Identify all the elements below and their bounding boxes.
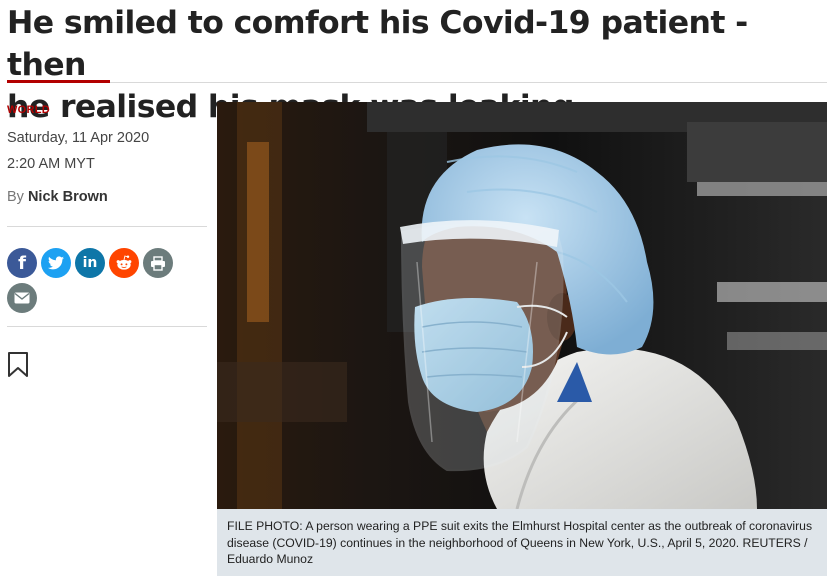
facebook-icon: f bbox=[18, 252, 26, 274]
print-button[interactable] bbox=[143, 248, 173, 278]
twitter-icon bbox=[48, 256, 64, 270]
reddit-share-button[interactable] bbox=[109, 248, 139, 278]
share-bar: f in bbox=[7, 248, 187, 313]
print-icon bbox=[151, 255, 165, 271]
linkedin-share-button[interactable]: in bbox=[75, 248, 105, 278]
facebook-share-button[interactable]: f bbox=[7, 248, 37, 278]
byline-prefix: By bbox=[7, 189, 24, 205]
photo-caption: FILE PHOTO: A person wearing a PPE suit … bbox=[217, 509, 827, 576]
author-link[interactable]: Nick Brown bbox=[28, 189, 108, 205]
byline: By Nick Brown bbox=[7, 189, 207, 205]
article-meta-sidebar: WORLD Saturday, 11 Apr 2020 2:20 AM MYT … bbox=[7, 104, 207, 384]
email-icon bbox=[14, 292, 30, 304]
reddit-icon bbox=[116, 255, 132, 270]
publish-time: 2:20 AM MYT bbox=[7, 156, 95, 172]
linkedin-icon: in bbox=[82, 255, 98, 271]
headline-accent-underline bbox=[7, 80, 110, 83]
email-share-button[interactable] bbox=[7, 283, 37, 313]
publish-date: Saturday, 11 Apr 2020 bbox=[7, 130, 150, 146]
bookmark-icon[interactable] bbox=[7, 351, 29, 379]
divider bbox=[7, 226, 207, 227]
headline-divider bbox=[110, 82, 827, 83]
twitter-share-button[interactable] bbox=[41, 248, 71, 278]
headline-line-1: He smiled to comfort his Covid-19 patien… bbox=[7, 5, 748, 83]
category-link[interactable]: WORLD bbox=[7, 104, 207, 116]
divider bbox=[7, 326, 207, 327]
article-photo[interactable] bbox=[217, 102, 827, 509]
